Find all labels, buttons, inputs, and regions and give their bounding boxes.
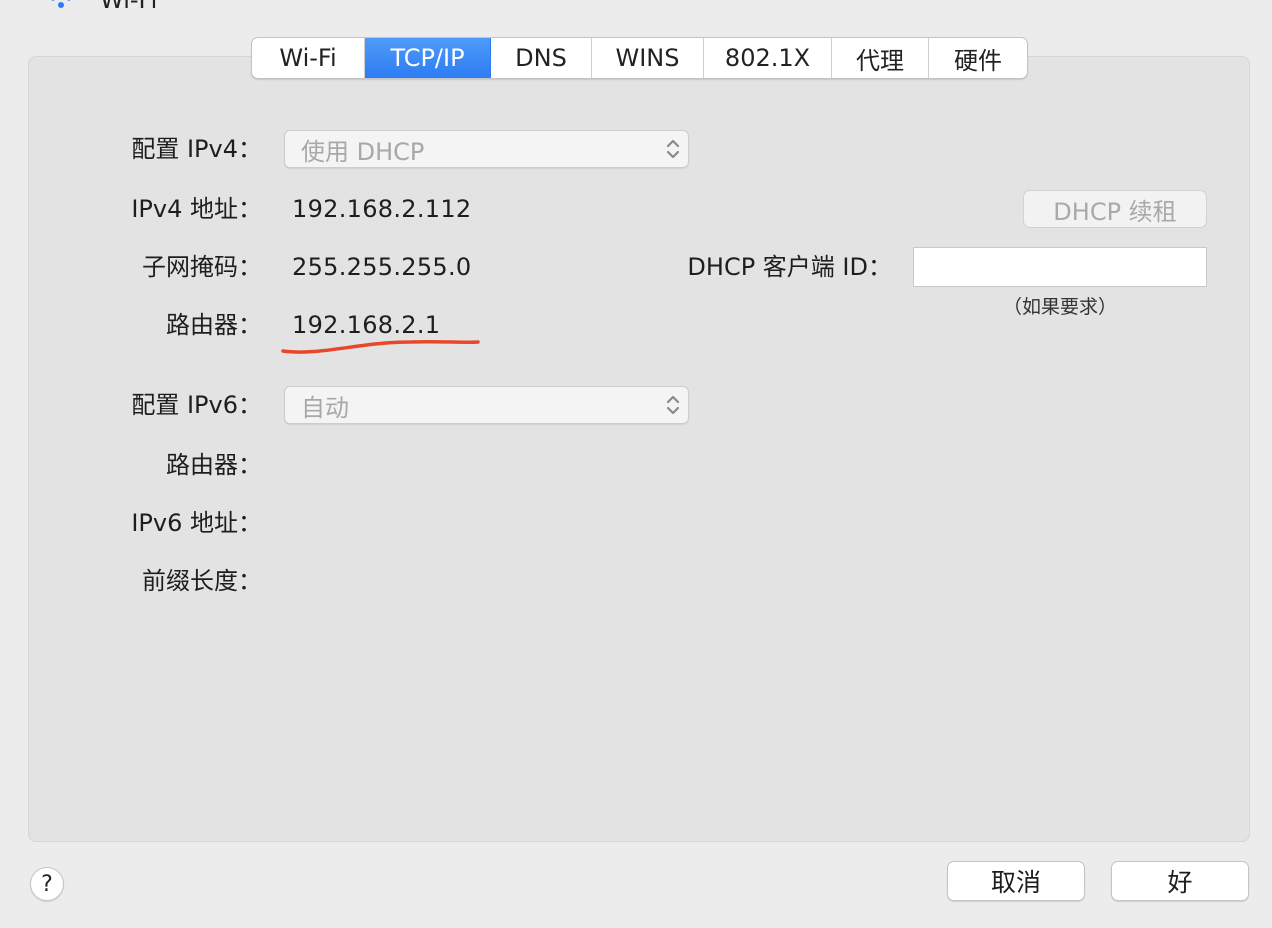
window-title: Wi-Fi	[100, 0, 158, 14]
router-label: 路由器：	[166, 311, 262, 339]
tab-proxy[interactable]: 代理	[832, 38, 929, 78]
wifi-icon	[51, 0, 71, 8]
tab-8021x[interactable]: 802.1X	[704, 38, 832, 78]
configure-ipv6-value: 自动	[301, 393, 349, 422]
tab-wifi[interactable]: Wi-Fi	[252, 38, 365, 78]
ok-button[interactable]: 好	[1111, 861, 1249, 901]
ipv6-address-label: IPv6 地址：	[131, 509, 262, 537]
configure-ipv4-value: 使用 DHCP	[301, 137, 425, 166]
up-down-chevron-icon	[666, 139, 680, 159]
configure-ipv6-popup[interactable]: 自动	[284, 386, 689, 424]
help-button[interactable]: ?	[30, 867, 64, 901]
ipv4-address-value: 192.168.2.112	[292, 195, 472, 223]
subnet-mask-value: 255.255.255.0	[292, 253, 472, 281]
tab-tcpip[interactable]: TCP/IP	[365, 38, 491, 78]
configure-ipv4-label: 配置 IPv4：	[131, 135, 262, 163]
tab-dns[interactable]: DNS	[491, 38, 592, 78]
ipv6-router-label: 路由器：	[166, 451, 262, 479]
dhcp-renew-button[interactable]: DHCP 续租	[1023, 190, 1207, 228]
tab-hardware[interactable]: 硬件	[929, 38, 1027, 78]
tab-wins[interactable]: WINS	[592, 38, 704, 78]
dhcp-client-id-field[interactable]	[913, 247, 1207, 287]
dhcp-client-id-label: DHCP 客户端 ID：	[687, 253, 892, 281]
tab-bar: Wi-Fi TCP/IP DNS WINS 802.1X 代理 硬件	[251, 37, 1028, 79]
ipv4-address-label: IPv4 地址：	[131, 195, 262, 223]
dhcp-client-id-hint: （如果要求）	[1002, 296, 1117, 318]
configure-ipv6-label: 配置 IPv6：	[131, 391, 262, 419]
subnet-mask-label: 子网掩码：	[142, 253, 262, 281]
window-title-bar: Wi-Fi	[44, 0, 157, 14]
red-underline-annotation	[281, 339, 480, 354]
cancel-button[interactable]: 取消	[947, 861, 1085, 901]
prefix-length-label: 前缀长度：	[142, 567, 262, 595]
configure-ipv4-popup[interactable]: 使用 DHCP	[284, 130, 689, 168]
up-down-chevron-icon	[666, 395, 680, 415]
